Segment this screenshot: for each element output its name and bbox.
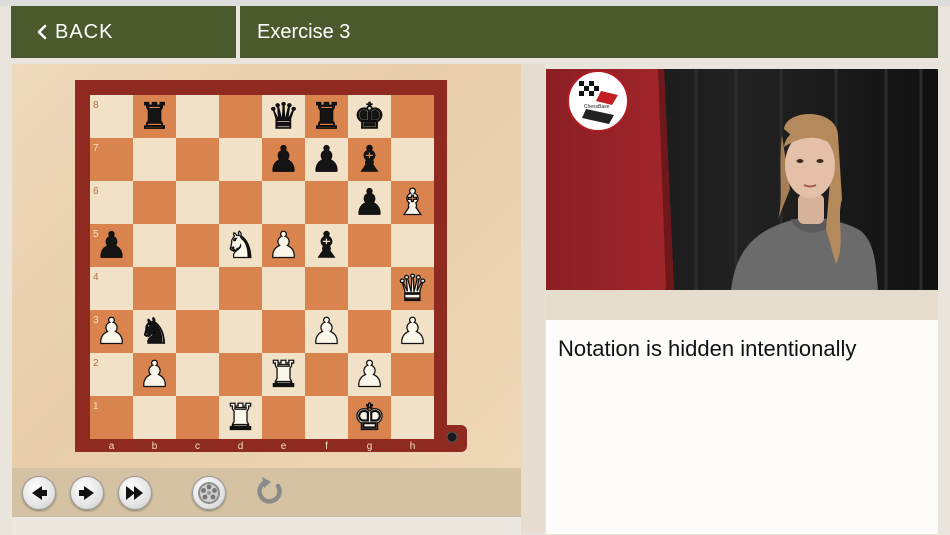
white-piece-a3[interactable]: ♟ [95,311,129,353]
square-e1[interactable] [262,396,305,439]
back-label: BACK [55,20,114,43]
square-g3[interactable] [348,310,391,353]
white-piece-h6[interactable]: ♝ [396,182,430,224]
file-label: d [238,441,244,452]
page-title: Exercise 3 [257,20,351,43]
side-to-move-indicator [446,431,458,443]
white-piece-h3[interactable]: ♟ [396,311,430,353]
next-move-button[interactable] [70,476,104,510]
file-label: g [367,441,373,452]
rank-label: 6 [93,186,99,197]
file-label: e [281,441,287,452]
rank-label: 8 [93,100,99,111]
black-piece-f8[interactable]: ♜ [310,96,343,138]
white-piece-d5[interactable]: ♞ [224,225,258,267]
rank-label: 1 [93,401,99,412]
square-d6[interactable] [219,181,262,224]
square-c6[interactable] [176,181,219,224]
white-piece-e2[interactable]: ♜ [267,354,301,396]
square-h8[interactable] [391,95,434,138]
square-d7[interactable] [219,138,262,181]
black-piece-f5[interactable]: ♝ [310,225,343,267]
white-piece-e5[interactable]: ♟ [267,225,301,267]
fast-forward-icon [126,486,143,500]
square-g4[interactable] [348,267,391,310]
restart-button[interactable] [252,474,288,510]
square-e3[interactable] [262,310,305,353]
square-h5[interactable] [391,224,434,267]
square-b5[interactable] [133,224,176,267]
square-g5[interactable] [348,224,391,267]
square-c3[interactable] [176,310,219,353]
file-label: h [410,441,416,452]
black-piece-b3[interactable]: ♞ [138,311,171,353]
square-d8[interactable] [219,95,262,138]
prev-move-button[interactable] [22,476,56,510]
file-label: f [325,441,328,452]
back-button[interactable]: BACK [11,6,236,58]
wheel-icon [198,482,220,504]
black-piece-e8[interactable]: ♛ [267,96,300,138]
bottom-strip [12,516,521,535]
file-label: c [195,441,200,452]
square-f1[interactable] [305,396,348,439]
square-f6[interactable] [305,181,348,224]
black-piece-g6[interactable]: ♟ [353,182,386,224]
square-f2[interactable] [305,353,348,396]
square-f4[interactable] [305,267,348,310]
chess-board[interactable]: 87654321a b c d e f g h♜ ♛ ♜ ♚♟ ♟ ♝♟ ♝♟ ♞ ♟ ♝♛♟ ♞ ♟ ♟♟ ♜ ♟♜ ♚ [75,80,467,452]
title-bar: Exercise 3 [240,6,938,58]
panel-gutter [521,64,545,534]
square-h7[interactable] [391,138,434,181]
white-piece-f3[interactable]: ♟ [310,311,344,353]
square-h2[interactable] [391,353,434,396]
notation-panel: Notation is hidden intentionally [546,320,938,534]
black-piece-e7[interactable]: ♟ [267,139,300,181]
square-d3[interactable] [219,310,262,353]
white-piece-g2[interactable]: ♟ [353,354,387,396]
video-frame: ChessBase [546,69,938,290]
file-label: a [109,441,115,452]
square-d2[interactable] [219,353,262,396]
black-piece-b8[interactable]: ♜ [138,96,171,138]
square-b1[interactable] [133,396,176,439]
black-piece-f7[interactable]: ♟ [310,139,343,181]
white-piece-g1[interactable]: ♚ [353,397,387,439]
square-c4[interactable] [176,267,219,310]
arrow-right-icon [79,486,94,500]
square-c2[interactable] [176,353,219,396]
notation-hidden-message: Notation is hidden intentionally [558,336,857,361]
settings-wheel-button[interactable] [192,476,226,510]
square-b6[interactable] [133,181,176,224]
arrow-left-icon [32,486,47,500]
rotate-icon [257,477,282,504]
panel-divider [546,290,938,320]
square-e6[interactable] [262,181,305,224]
square-c7[interactable] [176,138,219,181]
file-label: b [152,441,158,452]
square-b7[interactable] [133,138,176,181]
svg-text:ChessBase: ChessBase [584,104,610,110]
white-piece-d1[interactable]: ♜ [224,397,258,439]
square-h1[interactable] [391,396,434,439]
white-piece-h4[interactable]: ♛ [396,268,430,310]
black-piece-g7[interactable]: ♝ [353,139,386,181]
rank-label: 7 [93,143,99,154]
rank-label: 2 [93,358,99,369]
fast-forward-button[interactable] [118,476,152,510]
white-piece-b2[interactable]: ♟ [138,354,172,396]
square-c8[interactable] [176,95,219,138]
black-piece-g8[interactable]: ♚ [353,96,386,138]
video-panel[interactable]: ChessBase [546,69,938,290]
black-piece-a5[interactable]: ♟ [95,225,128,267]
square-c5[interactable] [176,224,219,267]
square-c1[interactable] [176,396,219,439]
chevron-left-icon [37,24,47,40]
square-b4[interactable] [133,267,176,310]
rank-label: 4 [93,272,99,283]
square-e4[interactable] [262,267,305,310]
square-d4[interactable] [219,267,262,310]
